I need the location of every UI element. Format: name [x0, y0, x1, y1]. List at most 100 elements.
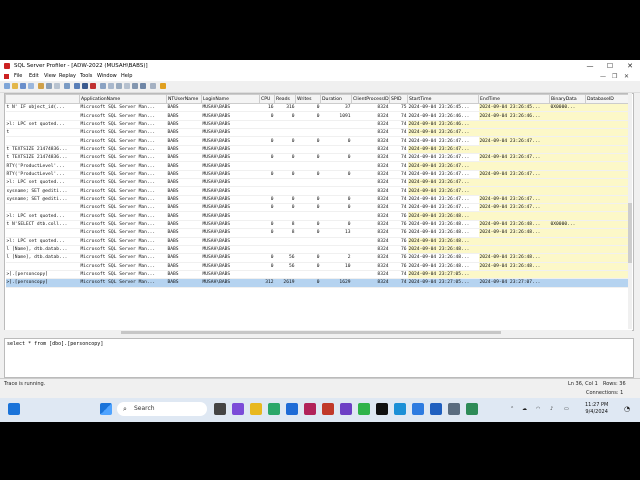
table-row[interactable]: t Microsoft SQL Server Man... BABS MUSAH\BA…	[5, 128, 630, 138]
table-cell: 74	[389, 203, 408, 213]
properties-icon[interactable]	[28, 83, 34, 89]
run-icon[interactable]	[64, 83, 70, 89]
clear-icon[interactable]	[46, 83, 52, 89]
edge-icon[interactable]	[268, 403, 280, 415]
menu-window[interactable]: Window	[97, 72, 117, 81]
profiler-taskbar-icon[interactable]	[466, 403, 478, 415]
grid-horizontal-scroll-thumb[interactable]	[121, 331, 501, 334]
column-header[interactable]: CPU	[259, 94, 275, 104]
table-row[interactable]: >l: LPC set quoted... Microsoft SQL Serve…	[5, 211, 630, 221]
step-icon[interactable]	[108, 83, 114, 89]
new-trace-icon[interactable]	[4, 83, 10, 89]
menu-help[interactable]: Help	[121, 72, 132, 81]
eraser-icon[interactable]	[54, 83, 60, 89]
table-row[interactable]: Microsoft SQL Server Man... BABS MUSAH\BAB…	[5, 262, 630, 271]
template-icon[interactable]	[132, 83, 138, 89]
notification-icon[interactable]: ◔	[624, 405, 630, 413]
grid-vertical-scroll-thumb[interactable]	[628, 203, 632, 263]
menu-file[interactable]: File	[14, 72, 22, 81]
column-header[interactable]: Writes	[295, 94, 321, 104]
table-row[interactable]: >l: LPC set quoted... Microsoft SQL Serve…	[5, 237, 630, 246]
menu-tools[interactable]: Tools	[80, 72, 92, 81]
pause-trace-icon[interactable]	[82, 83, 88, 89]
table-row[interactable]: RTY('ProductLevel'... Microsoft SQL Serve…	[5, 170, 630, 180]
photos-icon[interactable]	[412, 403, 424, 415]
column-header[interactable]: BinaryData	[549, 94, 586, 104]
event-text-pane[interactable]: select * from [dbo].[personcopy]	[4, 338, 634, 378]
word-icon[interactable]	[430, 403, 442, 415]
tiktok-icon[interactable]	[376, 403, 388, 415]
menu-edit[interactable]: Edit	[29, 72, 39, 81]
stop-trace-icon[interactable]	[90, 83, 96, 89]
taskbar-clock[interactable]: 11:27 PM 9/4/2024	[585, 402, 608, 416]
taskbar-search[interactable]: ⌕ Search	[117, 402, 207, 416]
powerpoint-icon[interactable]	[322, 403, 334, 415]
table-row[interactable]: >l: LPC set quoted... Microsoft SQL Serve…	[5, 178, 630, 188]
table-row[interactable]: t TEXTSIZE 21474836... Microsoft SQL Serv…	[5, 145, 630, 155]
table-row[interactable]: >].[personcopy] Microsoft SQL Server Man.…	[5, 270, 630, 280]
network-icon[interactable]: ☁	[522, 406, 527, 412]
save-icon[interactable]	[20, 83, 26, 89]
trace-grid[interactable]: ApplicationName NTUserName LoginName CPU Rea…	[4, 93, 634, 331]
table-row[interactable]: RTY('ProductLevel'... Microsoft SQL Serve…	[5, 161, 630, 171]
replay-icon[interactable]	[100, 83, 106, 89]
maximize-button[interactable]: ☐	[600, 60, 620, 72]
table-row[interactable]: sysname; SET @editi... Microsoft SQL Serv…	[5, 186, 630, 196]
table-row[interactable]: Microsoft SQL Server Man... BABS MUSAH\BAB…	[5, 203, 630, 213]
minimize-button[interactable]: —	[580, 60, 600, 72]
menu-view[interactable]: View	[44, 72, 56, 81]
menu-replay[interactable]: Replay	[59, 72, 76, 81]
table-row[interactable]: Microsoft SQL Server Man... BABS MUSAH\BAB…	[5, 228, 630, 238]
chat-icon[interactable]	[232, 403, 244, 415]
volume-icon[interactable]: ♪	[550, 406, 553, 412]
db-tuning-icon[interactable]	[150, 83, 156, 89]
monitor-icon[interactable]	[140, 83, 146, 89]
table-row[interactable]: sysname; SET @editi... Microsoft SQL Serv…	[5, 195, 630, 205]
table-row[interactable]: Microsoft SQL Server Man... BABS MUSAH\BAB…	[5, 136, 630, 146]
store-icon[interactable]	[286, 403, 298, 415]
whatsapp-icon[interactable]	[358, 403, 370, 415]
telegram-icon[interactable]	[394, 403, 406, 415]
table-row[interactable]: l [Name], dtb.datab... Microsoft SQL Serv…	[5, 245, 630, 255]
run-to-cursor-icon[interactable]	[116, 83, 122, 89]
column-header[interactable]: DatabaseID	[585, 94, 630, 104]
mdi-restore-button[interactable]: ❐	[612, 72, 617, 81]
start-icon[interactable]	[100, 403, 112, 415]
close-button[interactable]: ✕	[620, 60, 640, 72]
column-header[interactable]	[5, 94, 80, 104]
onenote-icon[interactable]	[304, 403, 316, 415]
wifi-icon[interactable]: ◠	[536, 406, 540, 412]
toggle-breakpoint-icon[interactable]	[124, 83, 130, 89]
ssms-icon[interactable]	[448, 403, 460, 415]
open-icon[interactable]	[12, 83, 18, 89]
find-icon[interactable]	[38, 83, 44, 89]
column-header[interactable]: StartTime	[407, 94, 479, 104]
chevron-up-icon[interactable]: ⌃	[510, 406, 514, 412]
table-row[interactable]: t TEXTSIZE 21474836... Microsoft SQL Serv…	[5, 153, 630, 163]
start-trace-icon[interactable]	[74, 83, 80, 89]
widgets-icon[interactable]	[8, 403, 20, 415]
column-header[interactable]: EndTime	[478, 94, 550, 104]
column-header[interactable]: Reads	[274, 94, 296, 104]
column-header[interactable]: NTUserName	[166, 94, 202, 104]
table-row[interactable]: l [Name], dtb.datab... Microsoft SQL Serv…	[5, 253, 630, 263]
table-row[interactable]: >].[personcopy] Microsoft SQL Server Man.…	[5, 278, 630, 288]
table-row[interactable]: Microsoft SQL Server Man... BABS MUSAH\BAB…	[5, 111, 630, 121]
table-row[interactable]: t N'SELECT dtb.coll... Microsoft SQL Serv…	[5, 220, 630, 230]
battery-icon[interactable]: ▭	[564, 406, 569, 412]
column-header[interactable]: ClientProcessID	[351, 94, 390, 104]
table-row[interactable]: t N' IF object_id(... Microsoft SQL Serve…	[5, 103, 630, 113]
table-row[interactable]: >l: LPC set quoted... Microsoft SQL Serve…	[5, 120, 630, 130]
task-view-icon[interactable]	[214, 403, 226, 415]
help-icon[interactable]	[160, 83, 166, 89]
column-header[interactable]: ApplicationName	[79, 94, 167, 104]
file-explorer-icon[interactable]	[250, 403, 262, 415]
visual-studio-icon[interactable]	[340, 403, 352, 415]
column-header[interactable]: Duration	[320, 94, 352, 104]
column-header[interactable]: LoginName	[201, 94, 260, 104]
grid-horizontal-scrollbar[interactable]	[4, 330, 632, 335]
mdi-minimize-button[interactable]: —	[600, 72, 606, 81]
column-header[interactable]: SPID	[389, 94, 408, 104]
grid-vertical-scrollbar[interactable]	[628, 93, 632, 329]
mdi-close-button[interactable]: ✕	[624, 72, 629, 81]
